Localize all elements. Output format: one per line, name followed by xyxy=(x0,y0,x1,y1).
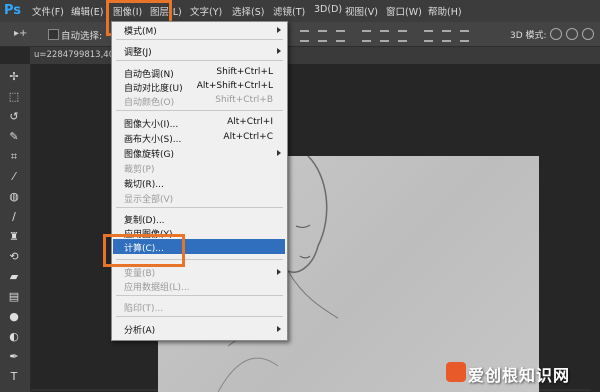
menu-item-auto-color[interactable]: 自动颜色(O) xyxy=(124,95,174,108)
menu-item-adjustments[interactable]: 调整(J) xyxy=(124,45,152,58)
separator xyxy=(116,207,283,208)
move-icon[interactable]: ✢ xyxy=(7,70,21,84)
separator xyxy=(116,60,283,61)
menu-edit[interactable]: 编辑(E) xyxy=(71,4,103,18)
tools-panel: ✢ ⬚ ↺ ✎ ⌗ ⁄ ◍ ∕ ♜ ⟲ ▰ ▤ ● ◐ ✒ T xyxy=(0,64,31,392)
pen-icon[interactable]: ✒ xyxy=(7,350,21,364)
align-bottom-icon[interactable] xyxy=(336,30,345,42)
submenu-arrow-icon xyxy=(277,27,281,33)
distribute-right-icon[interactable] xyxy=(460,30,469,42)
clone-stamp-icon[interactable]: ♜ xyxy=(7,230,21,244)
menu-window[interactable]: 窗口(W) xyxy=(386,4,422,18)
distribute-top-icon[interactable] xyxy=(362,30,371,42)
menu-item-crop[interactable]: 裁剪(P) xyxy=(124,162,154,175)
menu-item-auto-tone[interactable]: 自动色调(N) xyxy=(124,67,174,80)
photoshop-logo: Ps xyxy=(4,3,22,18)
distribute-bottom-icon[interactable] xyxy=(398,30,407,42)
watermark-logo-icon xyxy=(446,362,466,382)
image-menu-dropdown: 模式(M) 调整(J) 自动色调(N) Shift+Ctrl+L 自动对比度(U… xyxy=(111,21,288,341)
menu-item-mode[interactable]: 模式(M) xyxy=(124,24,157,37)
history-brush-icon[interactable]: ⟲ xyxy=(7,250,21,264)
align-middle-icon[interactable] xyxy=(318,30,327,42)
move-tool-icon[interactable]: ▸+ xyxy=(14,28,27,39)
options-bar: ▸+ 自动选择: 3D 模式: xyxy=(0,22,600,47)
document-tab-label: u=2284799813,40 xyxy=(34,50,115,60)
marquee-icon[interactable]: ⬚ xyxy=(7,90,21,104)
calculations-highlight xyxy=(103,234,185,267)
separator xyxy=(116,39,283,40)
separator xyxy=(116,110,283,111)
brush-icon[interactable]: ∕ xyxy=(7,210,21,224)
auto-select-label: 自动选择: xyxy=(61,31,103,42)
submenu-arrow-icon xyxy=(277,48,281,54)
shortcut-auto-color: Shift+Ctrl+B xyxy=(215,95,273,105)
menu-file[interactable]: 文件(F) xyxy=(32,4,64,18)
auto-select-checkbox[interactable] xyxy=(48,29,59,40)
menu-select[interactable]: 选择(S) xyxy=(232,4,264,18)
menu-item-apply-data-set[interactable]: 应用数据组(L)... xyxy=(124,280,190,293)
menu-3d[interactable]: 3D(D) xyxy=(314,4,342,15)
distribute-center-icon[interactable] xyxy=(442,30,451,42)
menu-item-analysis[interactable]: 分析(A) xyxy=(124,323,155,336)
watermark-text: 爱创根知识网 xyxy=(468,366,571,385)
blur-icon[interactable]: ● xyxy=(7,310,21,324)
menu-help[interactable]: 帮助(H) xyxy=(428,4,462,18)
align-top-icon[interactable] xyxy=(300,30,309,42)
menu-item-image-size[interactable]: 图像大小(I)... xyxy=(124,117,178,130)
quick-select-icon[interactable]: ✎ xyxy=(7,130,21,144)
type-icon[interactable]: T xyxy=(7,370,21,384)
shortcut-image-size: Alt+Ctrl+I xyxy=(227,117,273,127)
3d-roll-icon[interactable] xyxy=(566,28,578,40)
submenu-arrow-icon xyxy=(277,269,281,275)
shortcut-auto-contrast: Alt+Shift+Ctrl+L xyxy=(196,81,273,91)
menu-item-auto-contrast[interactable]: 自动对比度(U) xyxy=(124,81,183,94)
submenu-arrow-icon xyxy=(277,326,281,332)
submenu-arrow-icon xyxy=(277,150,281,156)
menu-item-variables[interactable]: 变量(B) xyxy=(124,266,155,279)
crop-icon[interactable]: ⌗ xyxy=(7,150,21,164)
eyedropper-icon[interactable]: ⁄ xyxy=(7,170,21,184)
3d-mode-label: 3D 模式: xyxy=(510,31,547,41)
gradient-icon[interactable]: ▤ xyxy=(7,290,21,304)
menu-item-reveal-all[interactable]: 显示全部(V) xyxy=(124,192,173,205)
menu-item-trim[interactable]: 裁切(R)... xyxy=(124,177,164,190)
eraser-icon[interactable]: ▰ xyxy=(7,270,21,284)
menu-view[interactable]: 视图(V) xyxy=(345,4,378,18)
shortcut-canvas-size: Alt+Ctrl+C xyxy=(223,132,273,142)
menu-bar: Ps 文件(F) 编辑(E) 图像(I) 图层(L) 文字(Y) 选择(S) 滤… xyxy=(0,0,600,22)
3d-pan-icon[interactable] xyxy=(582,28,594,40)
menu-filter[interactable]: 滤镜(T) xyxy=(273,4,305,18)
dodge-icon[interactable]: ◐ xyxy=(7,330,21,344)
menu-type[interactable]: 文字(Y) xyxy=(190,4,222,18)
3d-rotate-icon[interactable] xyxy=(550,28,562,40)
separator xyxy=(116,295,283,296)
distribute-middle-icon[interactable] xyxy=(380,30,389,42)
menu-item-trap[interactable]: 陷印(T)... xyxy=(124,301,163,314)
separator xyxy=(116,316,283,317)
menu-item-image-rotation[interactable]: 图像旋转(G) xyxy=(124,147,174,160)
menu-item-canvas-size[interactable]: 画布大小(S)... xyxy=(124,132,181,145)
menu-item-duplicate[interactable]: 复制(D)... xyxy=(124,213,165,226)
lasso-icon[interactable]: ↺ xyxy=(7,110,21,124)
distribute-left-icon[interactable] xyxy=(424,30,433,42)
shortcut-auto-tone: Shift+Ctrl+L xyxy=(216,67,273,77)
healing-brush-icon[interactable]: ◍ xyxy=(7,190,21,204)
